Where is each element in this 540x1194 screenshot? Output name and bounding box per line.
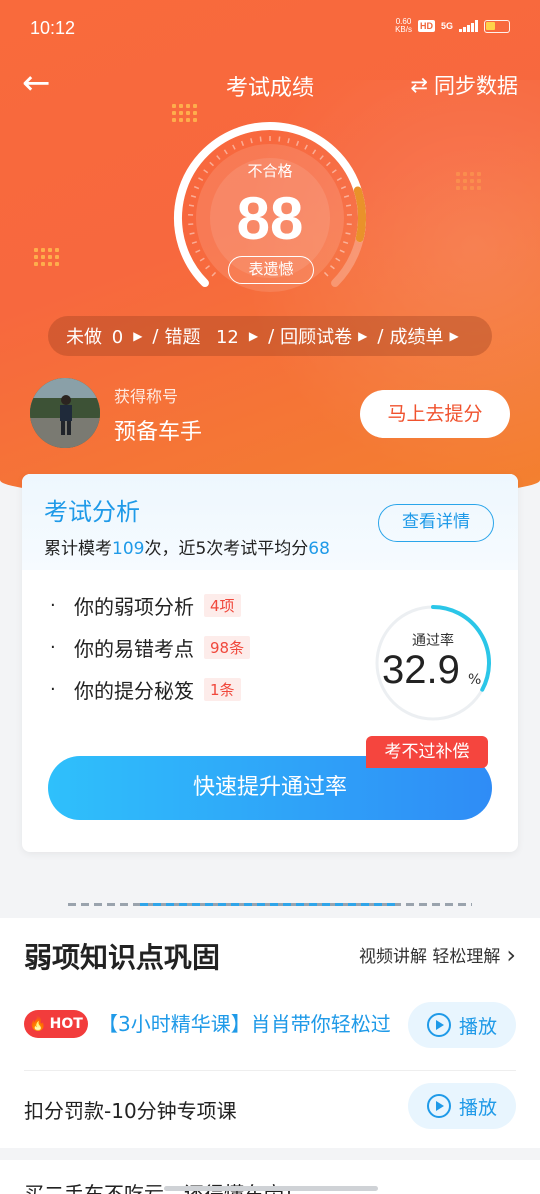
section-divider [68,903,472,906]
hot-badge: 🔥 HOT [24,1010,88,1038]
score-comment: 表遗憾 [228,256,314,284]
pass-rate-value: 32.9 [382,648,460,692]
title-label: 获得称号 [114,387,179,406]
undone-link[interactable]: 未做 0 [66,323,127,349]
course-title: 扣分罚款-10分钟专项课 [24,1099,237,1123]
triangle-right-icon: ▶ [449,329,459,343]
count-badge: 1条 [204,677,241,701]
exam-analysis-card: 考试分析 累计模考109次，近5次考试平均分68 查看详情 · 你的弱项分析 4项 … [22,474,518,852]
analysis-title: 考试分析 [44,498,140,526]
triangle-right-icon: ▶ [133,329,143,343]
gauge-tick [312,149,317,155]
score-value: 88 [236,185,304,252]
play-button[interactable]: 播放 [408,1083,516,1129]
sync-label: 同步数据 [434,74,518,98]
gauge-tick [250,138,253,144]
course-title: 【3小时精华课】肖肖带你轻松过 [98,1012,391,1036]
net-speed: 0.60 KB/s [395,17,412,34]
gauge-tick [319,155,324,160]
count-badge: 4项 [204,593,241,617]
gauge-tick [216,155,221,160]
wrong-questions-link[interactable]: 错题 12 [165,323,243,349]
status-time: 10:12 [30,18,76,38]
analysis-summary: 累计模考109次，近5次考试平均分68 [44,539,330,559]
analysis-header: 考试分析 累计模考109次，近5次考试平均分68 查看详情 [22,474,518,570]
course-row[interactable]: 扣分罚款-10分钟专项课 播放 [24,1070,516,1152]
sync-icon: ⇄ [410,73,428,97]
nav-bar: ← 考试成绩 ⇄ 同步数据 [0,60,540,110]
gauge-tick [205,265,210,270]
gauge-tick [223,149,228,155]
triangle-right-icon: ▶ [248,329,259,343]
status-bar: 10:12 0.60 KB/s HD 5G [0,0,540,58]
play-button[interactable]: 播放 [408,1002,516,1048]
tips-item[interactable]: · 你的提分秘笈 1条 [50,668,250,710]
pass-rate-label: 通过率 [412,633,454,649]
home-indicator[interactable] [164,1186,378,1191]
gauge-tick [330,265,335,270]
review-paper-link[interactable]: 回顾试卷 [280,323,352,349]
analysis-items: · 你的弱项分析 4项 · 你的易错考点 98条 · 你的提分秘笈 1条 [50,584,251,710]
gauge-tick [211,271,217,277]
result-links: 未做 0 ▶ / 错题 12 ▶ / 回顾试卷 ▶ / 成绩单 ▶ [48,316,492,356]
gauge-tick [259,136,262,142]
weak-points-section: 弱项知识点巩固 视频讲解 轻松理解 › 🔥 HOT 【3小时精华课】肖肖带你轻松过… [0,918,540,1148]
decor-dots [456,172,481,190]
gauge-tick [199,257,205,262]
hd-icon: HD [417,20,435,32]
gauge-tick [240,140,245,147]
signal-label: 5G [440,21,453,31]
decor-dots [34,248,59,266]
video-explain-link[interactable]: 视频讲解 轻松理解 › [359,940,516,969]
count-badge: 98条 [204,635,251,659]
title-value: 预备车手 [114,420,203,445]
triangle-right-icon: ▶ [358,329,368,343]
pass-rate-ring: 通过率 32.9 % [372,602,494,724]
signal-bars-icon [459,20,478,32]
avatar[interactable] [30,378,100,448]
score-status: 不合格 [247,162,293,180]
section-title: 弱项知识点巩固 [24,941,221,974]
compensation-tag[interactable]: 考不过补偿 [366,736,488,768]
view-details-button[interactable]: 查看详情 [378,504,494,542]
play-icon [426,1094,451,1118]
chevron-right-icon: › [506,940,516,969]
sync-data-button[interactable]: ⇄ 同步数据 [410,70,518,100]
avatar-photo [30,378,100,448]
gauge-tick [323,271,329,277]
improve-score-button[interactable]: 马上去提分 [360,390,510,438]
course-row[interactable]: 🔥 HOT 【3小时精华课】肖肖带你轻松过 播放 [0,988,540,1070]
gauge-tick [304,144,308,150]
battery-icon [484,19,510,33]
status-icons: 0.60 KB/s HD 5G [395,18,510,34]
gauge-tick [295,140,300,147]
score-gauge: 不合格 88 表遗憾 [170,118,370,298]
pass-rate-unit: % [468,672,482,688]
gauge-tick [335,257,341,262]
play-icon [426,1013,451,1037]
report-card-link[interactable]: 成绩单 [389,323,443,349]
gauge-tick [287,138,290,144]
error-prone-item[interactable]: · 你的易错考点 98条 [50,626,251,668]
flame-icon: 🔥 [29,1016,47,1032]
gauge-tick [232,144,236,150]
weakness-analysis-item[interactable]: · 你的弱项分析 4项 [50,584,250,626]
gauge-tick [278,136,281,142]
